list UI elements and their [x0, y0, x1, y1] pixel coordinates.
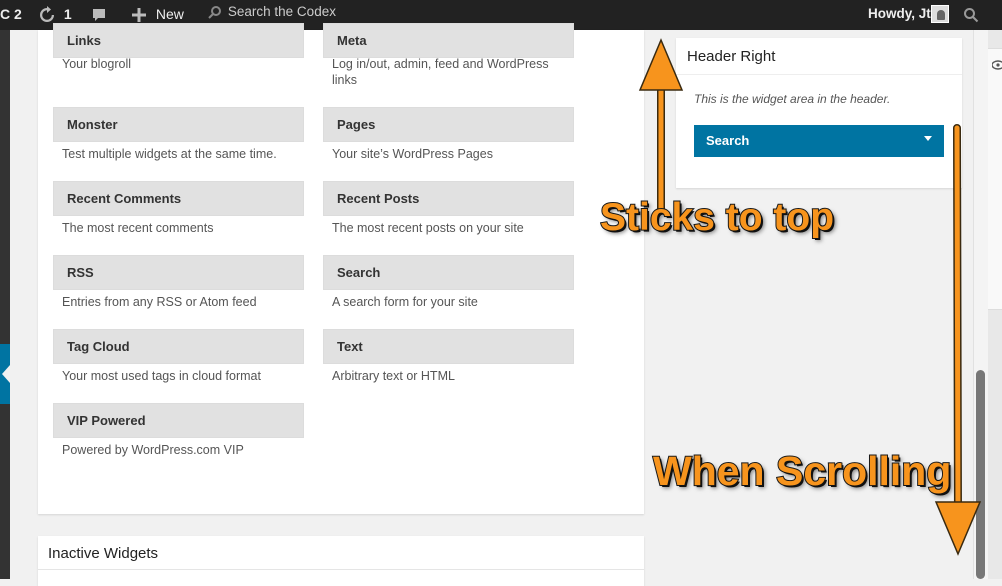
- annotation-when-scrolling: When Scrolling: [652, 447, 952, 495]
- up-arrow-icon: [638, 38, 684, 214]
- annotation-sticks-to-top: Sticks to top: [599, 195, 835, 240]
